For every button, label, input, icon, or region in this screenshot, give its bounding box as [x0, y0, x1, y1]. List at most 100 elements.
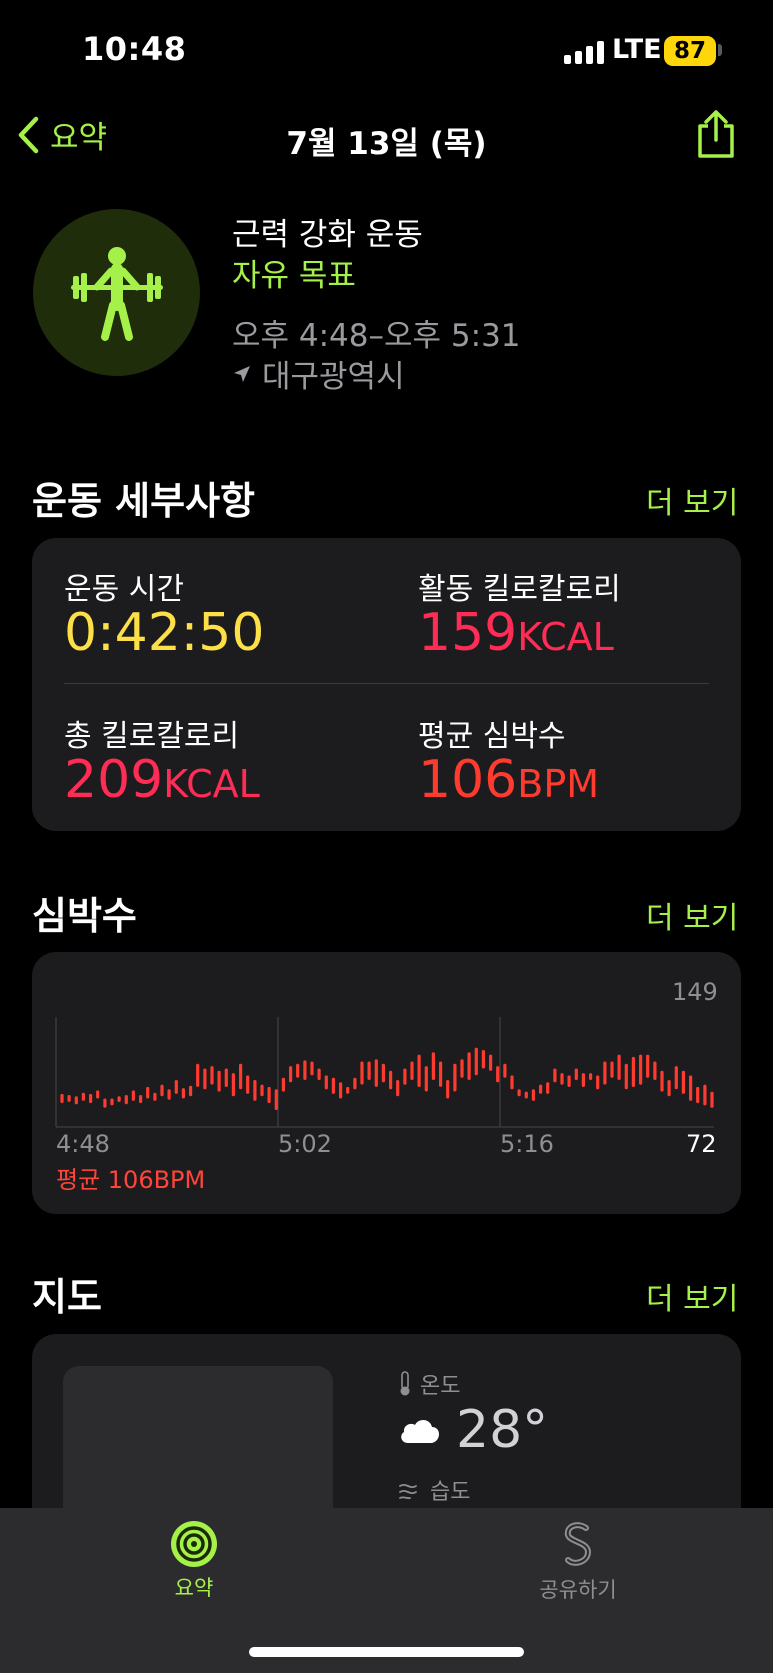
- hr-bar-77: [603, 1061, 607, 1085]
- hr-bar-24: [224, 1068, 228, 1087]
- hr-bar-70: [553, 1068, 557, 1083]
- hr-bar-4: [81, 1092, 85, 1101]
- hr-bar-46: [381, 1063, 385, 1083]
- hr-bar-34: [296, 1063, 300, 1078]
- map-section-title: 지도: [32, 1275, 102, 1319]
- hr-bar-68: [539, 1084, 543, 1094]
- hr-bar-74: [581, 1073, 585, 1087]
- thermometer-icon: [400, 1371, 410, 1396]
- hr-min-label: 72: [686, 1130, 717, 1158]
- hr-bar-29: [260, 1084, 264, 1097]
- hr-bar-16: [167, 1089, 171, 1100]
- hr-bar-82: [639, 1054, 643, 1085]
- hr-bar-61: [489, 1054, 493, 1071]
- hr-bar-13: [146, 1086, 150, 1099]
- hr-bar-75: [589, 1073, 593, 1080]
- hr-bar-66: [524, 1091, 528, 1099]
- hr-bar-76: [596, 1075, 600, 1090]
- cloud-icon: [401, 1419, 440, 1443]
- hr-bar-15: [160, 1084, 164, 1097]
- hr-bar-49: [403, 1068, 407, 1085]
- hr-bar-73: [574, 1068, 578, 1081]
- hr-bar-71: [560, 1073, 564, 1085]
- hr-bar-78: [610, 1061, 614, 1078]
- hr-bar-67: [531, 1089, 535, 1101]
- temperature-label: 온도: [398, 1368, 460, 1400]
- home-indicator: [249, 1647, 524, 1657]
- tab-sharing-label: 공유하기: [539, 1578, 617, 1602]
- hr-bar-35: [303, 1060, 307, 1080]
- hr-bar-21: [203, 1068, 207, 1090]
- hr-bar-81: [631, 1056, 635, 1087]
- hr-bar-6: [96, 1090, 100, 1099]
- hr-x-label-1: 4:48: [56, 1130, 110, 1158]
- hr-bar-10: [124, 1095, 128, 1105]
- hr-bar-84: [653, 1061, 657, 1080]
- hr-bar-58: [467, 1052, 471, 1080]
- hr-bar-23: [217, 1070, 221, 1092]
- hr-bar-12: [139, 1095, 143, 1104]
- hr-bar-72: [567, 1075, 571, 1087]
- hr-bar-83: [646, 1054, 650, 1078]
- hr-bar-51: [417, 1054, 421, 1087]
- hr-bar-52: [424, 1066, 428, 1092]
- hr-bar-11: [131, 1090, 135, 1101]
- hr-bar-86: [667, 1080, 671, 1097]
- hr-bar-47: [389, 1070, 393, 1090]
- hr-bar-55: [446, 1080, 450, 1099]
- hr-bar-56: [453, 1063, 457, 1092]
- hr-bar-36: [310, 1061, 314, 1076]
- hr-bar-87: [674, 1066, 678, 1090]
- hr-bar-37: [317, 1068, 321, 1081]
- tab-summary[interactable]: 요약: [164, 1520, 224, 1602]
- hr-bar-89: [689, 1075, 693, 1101]
- hr-bar-3: [74, 1096, 78, 1105]
- temperature-row: 28°: [398, 1400, 548, 1460]
- hr-bar-26: [239, 1063, 243, 1090]
- hr-bar-38: [324, 1075, 328, 1090]
- hr-bar-90: [696, 1086, 700, 1104]
- hr-bar-85: [660, 1070, 664, 1092]
- hr-bar-48: [396, 1080, 400, 1097]
- sharing-icon: [564, 1522, 592, 1566]
- hr-bar-31: [274, 1089, 278, 1111]
- hr-x-label-2: 5:02: [278, 1130, 332, 1158]
- hr-bar-7: [103, 1098, 107, 1108]
- hr-bar-28: [253, 1080, 257, 1101]
- hr-bar-2: [67, 1095, 71, 1102]
- hr-bar-80: [624, 1063, 628, 1090]
- hr-x-label-3: 5:16: [500, 1130, 554, 1158]
- tab-sharing[interactable]: 공유하기: [536, 1520, 620, 1604]
- activity-rings-icon: [171, 1521, 217, 1567]
- hr-chart-bars: [60, 1047, 714, 1111]
- hr-bar-50: [410, 1061, 414, 1080]
- hr-bar-54: [439, 1061, 443, 1087]
- hr-bar-65: [517, 1089, 521, 1097]
- hr-bar-22: [210, 1066, 214, 1085]
- hr-bar-44: [367, 1061, 371, 1080]
- tab-summary-label: 요약: [174, 1576, 214, 1600]
- hr-bar-1: [60, 1093, 64, 1104]
- humidity-wind-icon: [399, 1483, 417, 1500]
- hr-bar-62: [496, 1066, 500, 1083]
- hr-bar-41: [346, 1086, 350, 1094]
- hr-bar-79: [617, 1054, 621, 1080]
- hr-bar-64: [510, 1075, 514, 1090]
- hr-bar-5: [89, 1093, 93, 1104]
- hr-bar-63: [503, 1063, 507, 1078]
- hr-bar-39: [331, 1077, 335, 1094]
- hr-bar-88: [681, 1070, 685, 1094]
- hr-bar-17: [174, 1080, 178, 1094]
- humidity-label-text: 습도: [430, 1480, 471, 1505]
- hr-bar-40: [339, 1082, 343, 1099]
- hr-bar-45: [374, 1059, 378, 1087]
- hr-bar-60: [481, 1050, 485, 1069]
- map-more-link[interactable]: 더 보기: [646, 1274, 738, 1318]
- hr-bar-69: [546, 1082, 550, 1094]
- hr-bar-43: [360, 1061, 364, 1085]
- hr-bar-32: [281, 1077, 285, 1092]
- hr-average: 평균 106BPM: [56, 1166, 206, 1194]
- temperature-label-text: 온도: [420, 1374, 461, 1399]
- hr-bar-33: [289, 1066, 293, 1083]
- hr-bar-27: [246, 1075, 250, 1094]
